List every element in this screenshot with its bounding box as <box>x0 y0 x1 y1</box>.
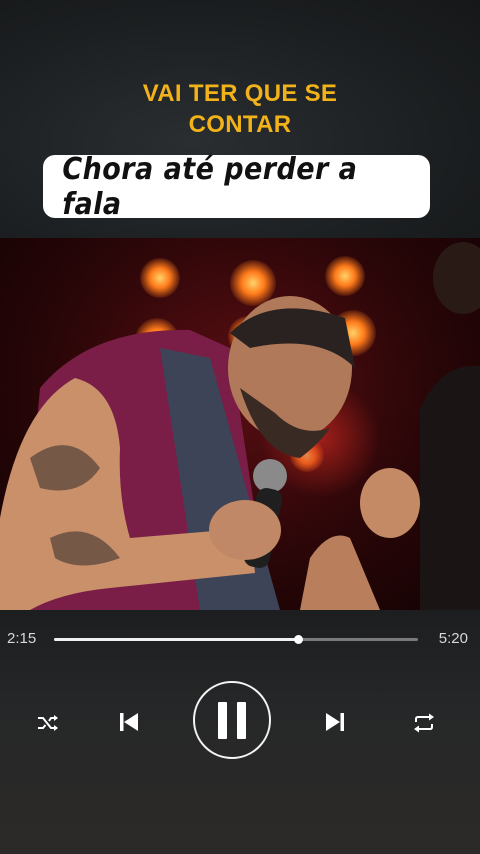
video-frame[interactable] <box>0 238 480 610</box>
progress-track[interactable] <box>54 635 418 644</box>
previous-button[interactable] <box>113 706 145 738</box>
shuffle-icon <box>38 715 58 731</box>
elapsed-time: 2:15 <box>7 630 37 647</box>
progress-thumb[interactable] <box>293 635 303 644</box>
skip-next-icon <box>326 713 344 731</box>
caption-heading: VAI TER QUE SE CONTAR <box>0 78 480 140</box>
total-duration: 5:20 <box>438 630 468 647</box>
pause-icon-bar <box>237 701 246 739</box>
repeat-button[interactable] <box>409 708 439 738</box>
performer-figure <box>0 242 480 610</box>
progress-fill <box>54 638 298 641</box>
caption-line-2: CONTAR <box>188 111 292 138</box>
pause-icon <box>218 701 227 739</box>
lyric-box: Chora até perder a fala <box>43 152 430 222</box>
lyric-text: Chora até perder a fala <box>62 151 358 222</box>
skip-previous-icon <box>120 713 138 731</box>
next-button[interactable] <box>319 706 351 738</box>
pause-button[interactable] <box>193 681 271 759</box>
repeat-icon <box>414 713 434 733</box>
shuffle-button[interactable] <box>33 708 63 738</box>
caption-line-1: VAI TER QUE SE <box>142 80 338 107</box>
